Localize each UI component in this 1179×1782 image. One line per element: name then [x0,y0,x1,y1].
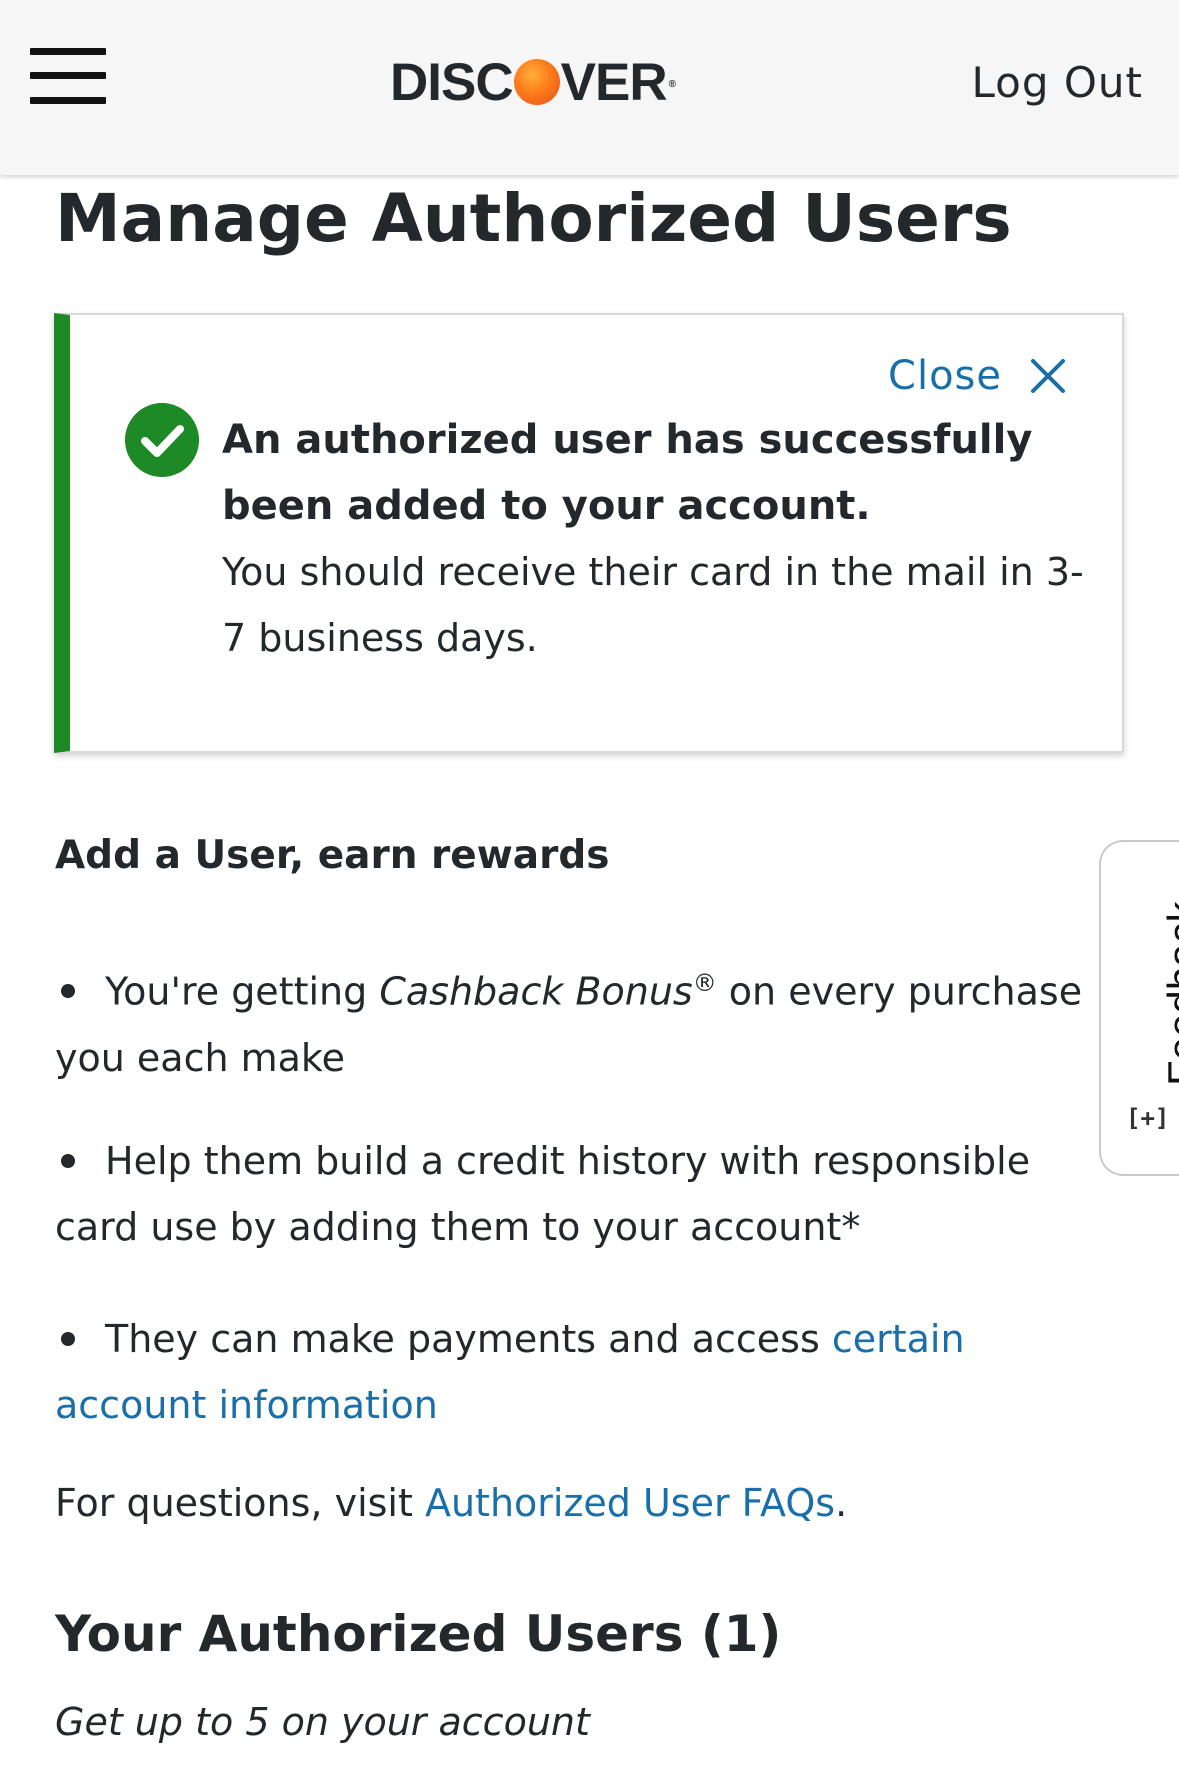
bullet-icon [61,1153,75,1168]
close-icon[interactable] [1030,358,1066,394]
logo-orange-dot-icon [513,59,560,105]
feedback-tab[interactable]: Feedback [+] [1099,840,1179,1176]
feedback-label: Feedback [1159,901,1179,1086]
authorized-user-faqs-link[interactable]: Authorized User FAQs [425,1481,835,1525]
discover-logo[interactable]: DISC VER ® [390,52,676,112]
alert-close-button[interactable]: Close [888,353,1066,399]
list-item-cashback: You're getting Cashback Bonus® on every … [55,969,1083,1080]
rewards-heading: Add a User, earn rewards [55,833,610,878]
list-item-credit-history: Help them build a credit history with re… [55,1139,1031,1249]
alert-close-label: Close [888,353,1002,399]
logout-button[interactable]: Log Out [971,58,1143,107]
page-title: Manage Authorized Users [55,180,1012,257]
page-root: DISC VER ® Log Out Manage Authorized Users… [0,0,1179,1782]
feedback-plus-icon: [+] [1126,1104,1170,1132]
check-circle-icon [125,403,199,477]
success-alert: Close An authorized user has successfull… [54,313,1124,753]
bullet-icon [61,1331,75,1346]
authorized-users-subtitle: Get up to 5 on your account [55,1700,590,1744]
faq-text: For questions, visit Authorized User FAQ… [55,1481,848,1525]
alert-body: You should receive their card in the mai… [222,550,1084,660]
alert-title: An authorized user has successfully been… [222,417,1033,529]
bullet-icon [61,984,75,999]
list-item-payments: They can make payments and access certai… [55,1317,965,1427]
hamburger-menu-icon[interactable] [30,48,106,108]
authorized-users-heading: Your Authorized Users (1) [55,1605,782,1663]
top-header: DISC VER ® Log Out [0,0,1179,175]
